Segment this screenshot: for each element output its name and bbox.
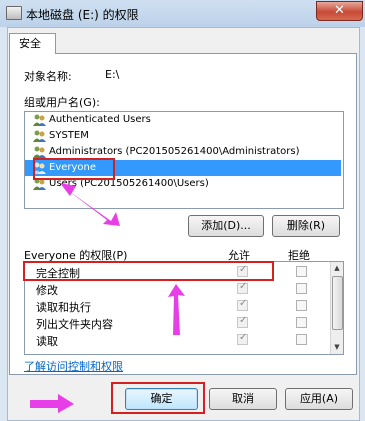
arrow-icon-permissions: [168, 284, 185, 335]
annotation-arrows: [30, 183, 185, 413]
arrow-icon-ok: [30, 394, 74, 413]
arrow-icon-everyone: [66, 189, 120, 226]
tab-security[interactable]: 安全: [9, 33, 56, 54]
arrow-icon-everyone-head: [60, 183, 76, 196]
